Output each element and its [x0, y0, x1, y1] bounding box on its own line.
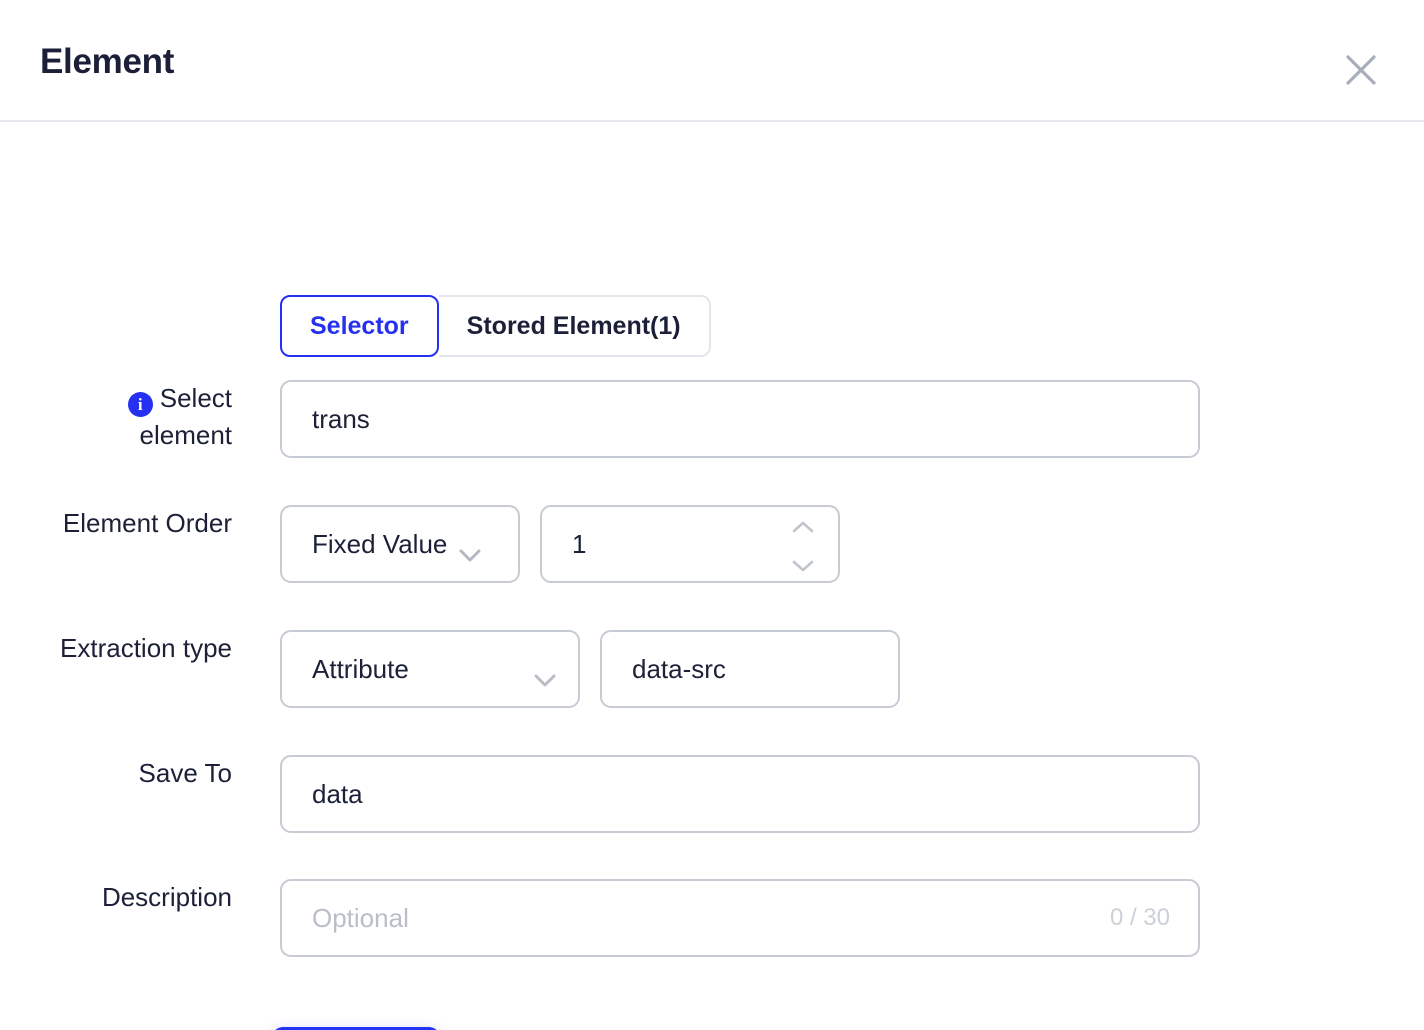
quantity-stepper[interactable]	[792, 509, 814, 579]
extraction-type-label: Extraction type	[60, 633, 232, 663]
extraction-type-select[interactable]: Attribute	[280, 630, 580, 708]
select-element-input[interactable]: trans	[280, 380, 1200, 458]
row-save-to: Save To data	[40, 755, 1200, 833]
close-icon	[1341, 50, 1381, 90]
element-order-mode-value: Fixed Value	[312, 528, 448, 559]
element-order-label: Element Order	[62, 508, 232, 538]
row-element-order: Element Order Fixed Value 1	[40, 505, 840, 583]
close-button[interactable]	[1338, 47, 1384, 93]
element-order-number-input[interactable]: 1	[540, 505, 840, 583]
select-element-value: trans	[312, 403, 370, 434]
description-label: Description	[101, 882, 232, 912]
row-description: Description Optional 0 / 30	[40, 879, 1200, 957]
save-to-value: data	[312, 778, 363, 809]
description-placeholder: Optional	[312, 902, 409, 933]
tab-stored-element-label: Stored Element(1)	[466, 311, 681, 340]
tab-selector-label: Selector	[310, 311, 409, 340]
element-dialog: Element Selector Stored Element(1) i Sele	[0, 0, 1424, 1030]
page-title: Element	[40, 42, 175, 81]
save-to-label: Save To	[138, 758, 232, 788]
dialog-header: Element	[0, 0, 1424, 122]
select-element-label-line2: element	[139, 420, 233, 450]
save-to-input[interactable]: data	[280, 755, 1200, 833]
attribute-name-input[interactable]: data-src	[600, 630, 900, 708]
description-field-wrap: Optional 0 / 30	[280, 879, 1200, 957]
select-element-label: i Select element	[40, 380, 232, 453]
select-element-label-line1: Select	[159, 383, 232, 413]
row-select-element: i Select element trans	[40, 380, 1200, 458]
info-icon[interactable]: i	[127, 392, 153, 417]
description-input[interactable]: Optional	[280, 879, 1200, 957]
extraction-type-value: Attribute	[312, 653, 409, 684]
element-order-number-value: 1	[572, 528, 587, 559]
selector-tabs: Selector Stored Element(1)	[280, 295, 711, 357]
attribute-name-value: data-src	[632, 653, 726, 684]
chevron-down-icon	[534, 663, 556, 686]
tab-selector[interactable]: Selector	[280, 295, 439, 357]
chevron-down-icon[interactable]	[792, 548, 814, 579]
row-extraction-type: Extraction type Attribute data-src	[40, 630, 900, 708]
element-order-mode-select[interactable]: Fixed Value	[280, 505, 520, 583]
chevron-up-icon[interactable]	[792, 509, 814, 540]
tab-stored-element[interactable]: Stored Element(1)	[438, 295, 711, 357]
chevron-down-icon	[459, 538, 481, 561]
character-counter: 0 / 30	[1109, 904, 1170, 931]
